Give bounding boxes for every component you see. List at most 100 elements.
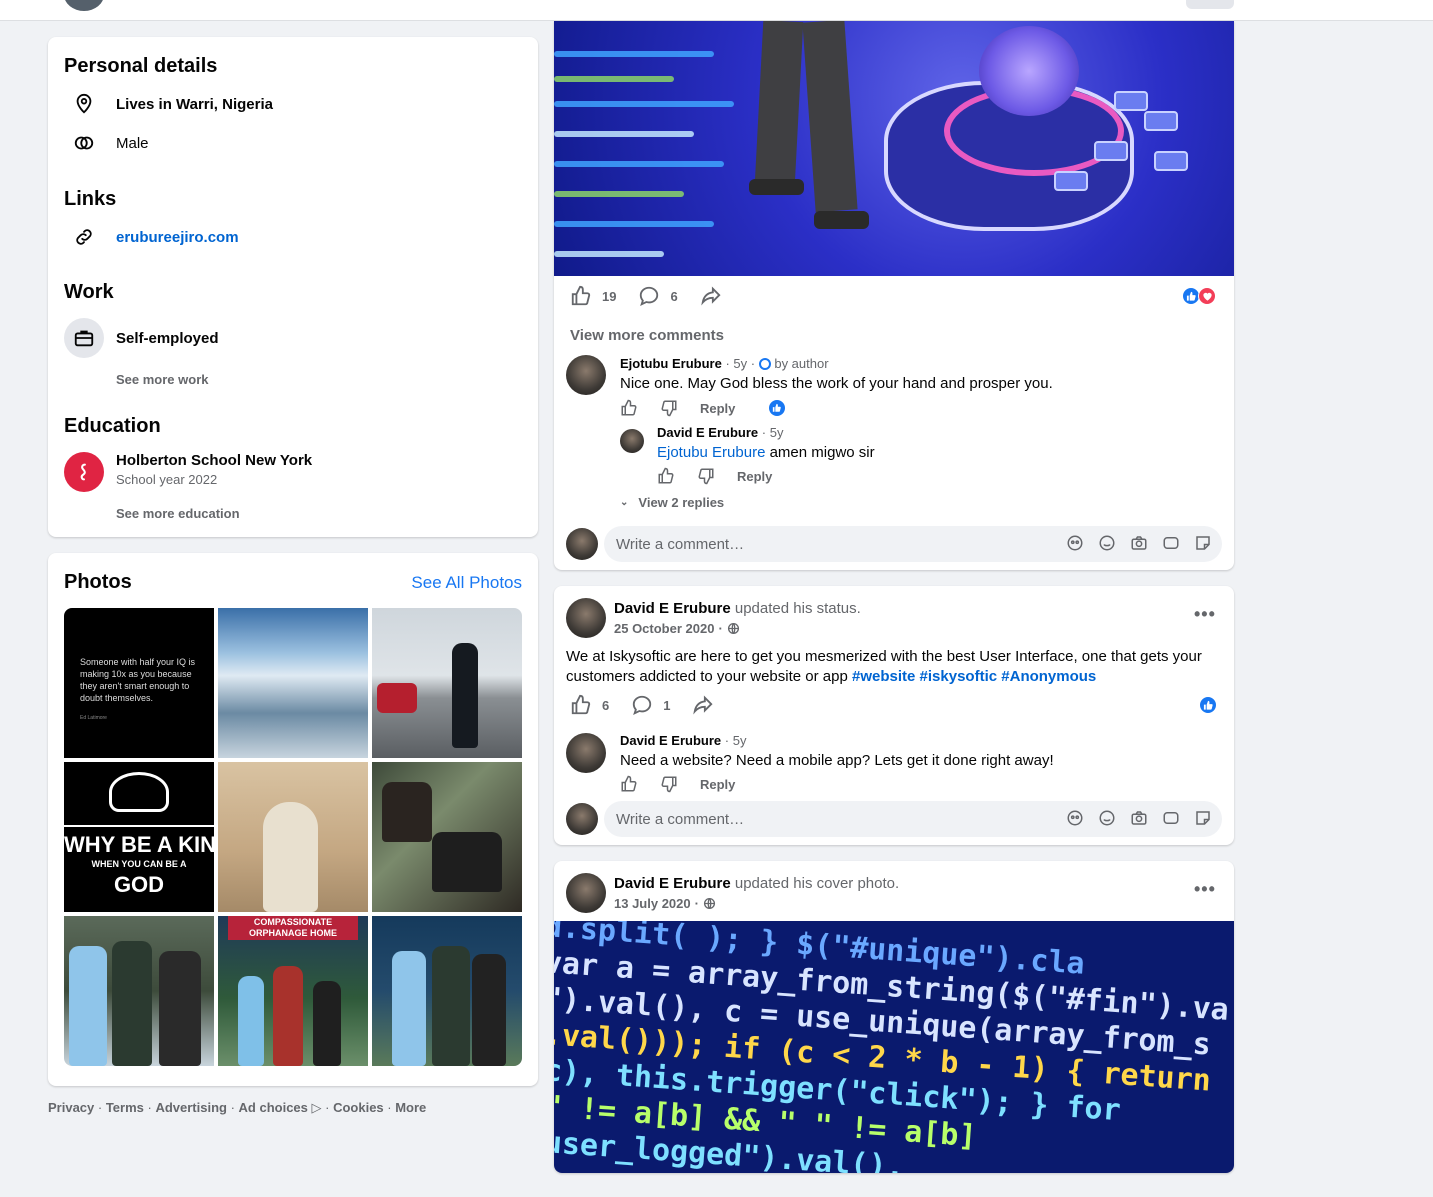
post-2-more-options-icon[interactable]: ••• <box>1194 604 1216 625</box>
footer-terms[interactable]: Terms <box>106 1100 144 1115</box>
gif-icon[interactable] <box>1162 809 1180 827</box>
camera-icon[interactable] <box>1130 809 1148 827</box>
avatar-sticker-icon[interactable] <box>1066 809 1084 827</box>
reply-1-mention[interactable]: Ejotubu Erubure <box>657 444 765 461</box>
post-1-reactions[interactable] <box>1182 287 1216 305</box>
view-replies-link[interactable]: ⌄ View 2 replies <box>620 495 724 510</box>
post-card-2: David E Erubure updated his status. 25 O… <box>554 586 1234 845</box>
post-1-comment-button[interactable]: 6 <box>638 285 678 307</box>
comment-dislike-icon[interactable] <box>660 399 678 417</box>
photo-group-2[interactable] <box>372 916 522 1066</box>
post-2-comment-count: 1 <box>663 697 671 713</box>
photo-landscape[interactable] <box>218 608 368 758</box>
post-2-comment-button[interactable]: 1 <box>631 694 670 716</box>
gender-row: Male <box>64 123 149 163</box>
briefcase-icon <box>64 318 104 358</box>
post-2-date[interactable]: 25 October 2020 <box>614 621 714 636</box>
sticker-icon[interactable] <box>1194 809 1212 827</box>
post-1-comment-input[interactable]: Write a comment… <box>604 526 1222 562</box>
post-3-date[interactable]: 13 July 2020 <box>614 896 691 911</box>
by-author-icon <box>758 358 771 370</box>
photo-quote-attribution: Ed Latimore <box>80 715 107 721</box>
photo-king[interactable]: WHY BE A KING WHEN YOU CAN BE A GOD <box>64 762 214 912</box>
gif-icon[interactable] <box>1162 534 1180 552</box>
post-1-image[interactable] <box>554 21 1234 276</box>
commenter-avatar[interactable] <box>566 355 606 395</box>
camera-icon[interactable] <box>1130 534 1148 552</box>
post-2-comment-input[interactable]: Write a comment… <box>604 801 1222 837</box>
photo-child[interactable] <box>218 762 368 912</box>
footer-more[interactable]: More <box>395 1100 426 1115</box>
my-avatar[interactable] <box>566 803 598 835</box>
photo-group-selfie[interactable] <box>372 762 522 912</box>
post-3-author-avatar[interactable] <box>566 873 606 913</box>
comment-dislike-icon[interactable] <box>660 775 678 793</box>
website-link[interactable]: erubureejiro.com <box>116 229 239 246</box>
work-row: Self-employed <box>64 318 219 358</box>
see-all-photos-link[interactable]: See All Photos <box>411 573 522 593</box>
school-name[interactable]: Holberton School New York <box>116 452 312 469</box>
footer-ad-choices[interactable]: Ad choices <box>239 1100 308 1115</box>
comment-icon <box>640 286 659 307</box>
post-card-3: David E Erubure updated his cover photo.… <box>554 861 1234 1173</box>
post-1-share-button[interactable] <box>700 285 732 307</box>
profile-avatar[interactable] <box>64 0 104 11</box>
post-2-like-count: 6 <box>602 697 610 713</box>
post-2-author-avatar[interactable] <box>566 598 606 638</box>
reply-1-author[interactable]: David E Erubure <box>657 425 758 440</box>
view-more-comments-link[interactable]: View more comments <box>570 327 724 344</box>
links-title: Links <box>64 188 117 210</box>
footer-cookies[interactable]: Cookies <box>333 1100 384 1115</box>
comment-1-reply-button[interactable]: Reply <box>700 401 735 416</box>
top-bar <box>0 0 1433 21</box>
see-more-education-link[interactable]: See more education <box>116 506 240 521</box>
emoji-icon[interactable] <box>1098 809 1116 827</box>
ad-choices-icon: ▷ <box>311 1100 322 1115</box>
reply-1-reply-button[interactable]: Reply <box>737 469 772 484</box>
post-2-comment-reply-button[interactable]: Reply <box>700 777 735 792</box>
post-2-comment-time[interactable]: 5y <box>733 733 747 748</box>
header-button[interactable] <box>1186 0 1234 9</box>
comment-like-icon[interactable] <box>620 399 638 417</box>
footer-advertising[interactable]: Advertising <box>155 1100 227 1115</box>
post-2-commenter-avatar[interactable] <box>566 733 606 773</box>
footer-privacy[interactable]: Privacy <box>48 1100 94 1115</box>
avatar-sticker-icon[interactable] <box>1066 534 1084 552</box>
thumbs-up-icon <box>571 694 591 715</box>
photo-king-line3: GOD <box>113 872 165 897</box>
sticker-icon[interactable] <box>1194 534 1212 552</box>
reply-avatar[interactable] <box>620 429 644 453</box>
comment-tools <box>1052 809 1212 827</box>
photo-man-car[interactable] <box>372 608 522 758</box>
emoji-icon[interactable] <box>1098 534 1116 552</box>
my-avatar[interactable] <box>566 528 598 560</box>
post-2-share-button[interactable] <box>692 694 724 716</box>
photo-quote[interactable]: Someone with half your IQ is making 10x … <box>64 608 214 758</box>
comment-1-header: Ejotubu Erubure · 5y · by author <box>620 356 829 371</box>
hashtag-iskysoftic[interactable]: #iskysoftic <box>920 668 998 685</box>
post-2-like-button[interactable]: 6 <box>570 694 609 716</box>
comment-1-time[interactable]: 5y <box>733 356 747 371</box>
hashtag-anonymous[interactable]: #Anonymous <box>1001 668 1096 685</box>
hashtag-website[interactable]: #website <box>852 668 915 685</box>
photo-group-1[interactable] <box>64 916 214 1066</box>
post-2-reactions[interactable] <box>1199 696 1217 714</box>
post-3-cover-image[interactable]: d.split( ); } $("#unique").cla var a = a… <box>554 921 1234 1173</box>
post-1-like-button[interactable]: 19 <box>570 285 616 307</box>
post-3-more-options-icon[interactable]: ••• <box>1194 879 1216 900</box>
photo-king-line1: WHY BE A KING <box>64 832 214 857</box>
reply-1-time[interactable]: 5y <box>770 425 784 440</box>
reply-like-icon[interactable] <box>657 467 675 485</box>
comment-1-like-reaction-icon[interactable] <box>769 400 786 416</box>
see-more-work-link[interactable]: See more work <box>116 372 209 387</box>
reply-dislike-icon[interactable] <box>697 467 715 485</box>
comment-1-author[interactable]: Ejotubu Erubure <box>620 356 722 371</box>
orphanage-banner: COMPASSIONATE ORPHANAGE HOME <box>228 916 358 940</box>
post-2-author[interactable]: David E Erubure <box>614 600 731 617</box>
photo-orphanage[interactable]: COMPASSIONATE ORPHANAGE HOME <box>218 916 368 1066</box>
post-1-comment-placeholder: Write a comment… <box>616 535 745 553</box>
post-2-comment-author[interactable]: David E Erubure <box>620 733 721 748</box>
post-3-author[interactable]: David E Erubure <box>614 875 731 892</box>
comment-like-icon[interactable] <box>620 775 638 793</box>
post-3-date-row: 13 July 2020 · <box>614 896 716 911</box>
